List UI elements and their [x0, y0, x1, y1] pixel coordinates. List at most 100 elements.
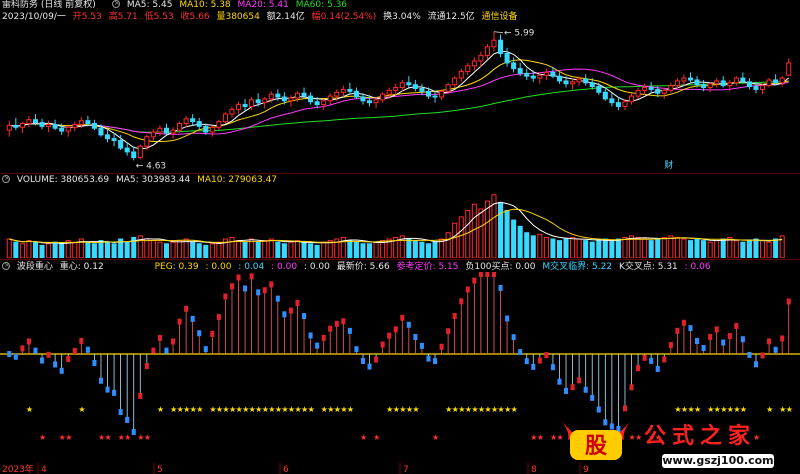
axis-month-label: 8 [531, 465, 537, 474]
float-cap-label: 流通12.5亿 [427, 12, 475, 22]
candle [484, 43, 490, 60]
candle [628, 93, 635, 105]
oscillator-block [753, 361, 759, 368]
volume-bar [432, 241, 438, 258]
volume-bar [85, 241, 91, 258]
indicator-mcross: M交叉临界: 5.22 [542, 262, 613, 272]
oscillator-block [360, 358, 366, 365]
oscillator-block [374, 356, 379, 363]
volume-ma5: MA5: 303983.44 [116, 175, 191, 185]
volume-bar [157, 241, 163, 258]
logo-text: 股 [585, 434, 607, 459]
candle [609, 93, 615, 107]
oscillator-block [426, 355, 431, 362]
oscillator-block [439, 343, 444, 350]
candle [72, 121, 78, 132]
candle [393, 83, 399, 96]
volume-bar [124, 241, 130, 258]
volume-bar [26, 240, 32, 258]
oscillator-block [197, 330, 202, 337]
oscillator-block [118, 409, 123, 416]
oscillator-block [380, 341, 385, 348]
oscillator-block [72, 347, 77, 354]
volume-bar [262, 240, 268, 258]
oscillator-block [688, 325, 693, 332]
oscillator-block [537, 357, 542, 364]
volume-bar [471, 203, 477, 258]
volume-bar [275, 241, 281, 258]
volume-label: 量380654 [216, 12, 260, 22]
oscillator-block [570, 384, 575, 391]
oscillator-block [478, 272, 483, 277]
sell-star: ★ [537, 433, 544, 442]
candle [766, 78, 772, 88]
volume-bar [353, 241, 359, 258]
oscillator-block [577, 377, 582, 384]
close-icon[interactable] [112, 0, 120, 9]
oscillator-block [668, 342, 673, 349]
candle [596, 82, 602, 96]
candle [137, 144, 143, 160]
oscillator-block [170, 338, 176, 345]
stock-title[interactable]: 雷科防务 (日线 前复权) [2, 0, 96, 10]
volume-bar [655, 238, 661, 258]
volume-bar [452, 222, 458, 258]
candle [661, 87, 667, 99]
oscillator-block [662, 356, 667, 363]
oscillator-block [321, 334, 326, 341]
oscillator-block [721, 339, 726, 346]
candle [170, 127, 176, 139]
candle [242, 98, 248, 112]
volume-bar [360, 243, 366, 258]
volume-bar [366, 243, 373, 258]
close-icon[interactable] [2, 173, 10, 184]
candle [406, 76, 412, 88]
candle [209, 125, 215, 137]
volume-bar [517, 225, 523, 258]
oscillator-block [7, 351, 12, 357]
oscillator-block [518, 349, 523, 356]
close-icon[interactable] [2, 260, 10, 271]
oscillator-block [767, 338, 772, 345]
oscillator-block [334, 320, 339, 327]
volume-bar [707, 241, 713, 258]
amount-label: 额2.14亿 [266, 12, 305, 22]
oscillator-block [46, 351, 51, 358]
oscillator-block [59, 367, 64, 374]
volume-bar [242, 241, 248, 258]
oscillator-block [583, 386, 588, 393]
volume-bar [216, 241, 222, 258]
volume-bar [406, 238, 412, 258]
volume-bar [203, 244, 209, 258]
volume-bar [550, 238, 556, 258]
oscillator-block [164, 347, 169, 354]
buy-star: ★ [347, 405, 354, 414]
oscillator-block [236, 274, 241, 281]
candle [524, 68, 530, 80]
candle [222, 112, 228, 124]
oscillator-block [39, 357, 45, 364]
ma60-legend: MA60: 5.36 [295, 0, 348, 10]
buy-star: ★ [308, 405, 315, 414]
ma20-line [9, 68, 789, 135]
candle [216, 119, 222, 131]
oscillator-block [190, 315, 195, 322]
volume-bar [648, 240, 654, 258]
volume-bar [425, 243, 432, 258]
candle [471, 57, 477, 71]
volume-bar [150, 240, 156, 258]
year-label: 2023年 [2, 463, 34, 474]
watermark-text: 公式之家 [644, 424, 757, 449]
watermark-url[interactable]: www.gszj100.com [662, 454, 774, 468]
candle [504, 47, 510, 67]
price-chart[interactable]: ← 5.99 ← 4.63 财 [0, 22, 800, 172]
volume-bar [583, 240, 589, 258]
sector-label[interactable]: 通信设备 [482, 12, 518, 22]
oscillator-block [419, 342, 424, 349]
volume-bar [445, 232, 451, 258]
volume-bar [576, 238, 582, 258]
volume-chart[interactable] [0, 186, 800, 258]
volume-bar [39, 244, 45, 258]
volume-bar [91, 243, 97, 258]
event-mark[interactable]: 财 [664, 159, 673, 171]
